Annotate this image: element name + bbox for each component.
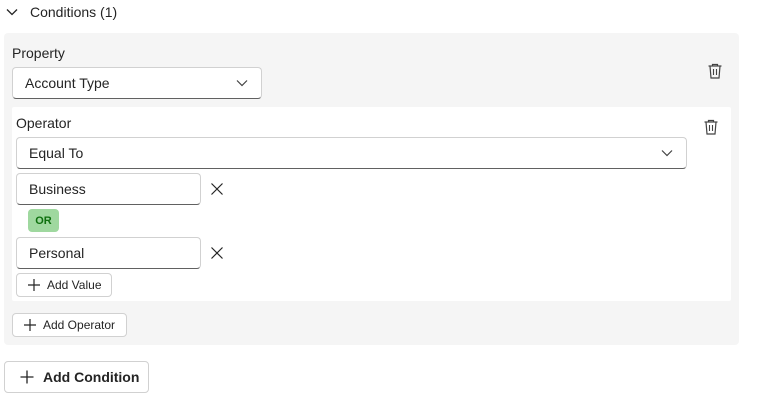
value-input[interactable]: Business: [16, 173, 201, 205]
trash-icon: [702, 118, 720, 136]
property-label: Property: [12, 45, 65, 61]
close-icon: [210, 182, 224, 196]
remove-value-button[interactable]: [207, 179, 227, 199]
property-select[interactable]: Account Type: [12, 67, 262, 99]
property-select-value: Account Type: [25, 75, 110, 91]
operator-select[interactable]: Equal To: [16, 137, 687, 169]
operator-label: Operator: [16, 115, 72, 131]
add-value-button[interactable]: Add Value: [16, 273, 112, 297]
chevron-down-icon: [235, 76, 249, 90]
value-input-text: Business: [29, 181, 86, 197]
close-icon: [210, 246, 224, 260]
operator-select-value: Equal To: [29, 145, 84, 161]
trash-icon: [706, 62, 724, 80]
delete-operator-button[interactable]: [700, 116, 722, 138]
add-value-label: Add Value: [47, 278, 102, 292]
add-operator-label: Add Operator: [43, 318, 116, 332]
add-operator-button[interactable]: Add Operator: [12, 313, 127, 337]
plus-icon: [27, 278, 41, 292]
conditions-title: Conditions (1): [30, 4, 118, 20]
value-input[interactable]: Personal: [16, 237, 201, 269]
add-condition-label: Add Condition: [43, 369, 140, 385]
plus-icon: [23, 318, 37, 332]
remove-value-button[interactable]: [207, 243, 227, 263]
chevron-down-icon[interactable]: [4, 4, 20, 20]
delete-condition-button[interactable]: [704, 60, 726, 82]
or-badge: OR: [28, 209, 59, 232]
chevron-down-icon: [660, 146, 674, 160]
plus-icon: [19, 369, 35, 385]
value-input-text: Personal: [29, 245, 85, 261]
conditions-header[interactable]: Conditions (1): [4, 0, 117, 24]
add-condition-button[interactable]: Add Condition: [4, 361, 149, 393]
